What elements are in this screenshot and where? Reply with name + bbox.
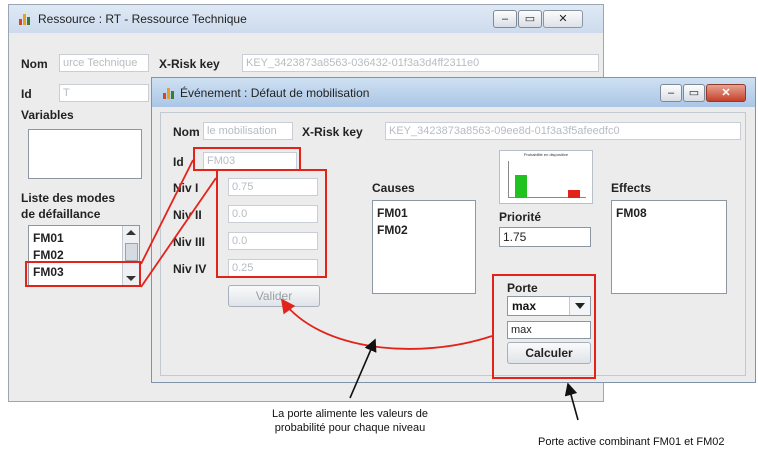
effects-label: Effects <box>611 181 652 195</box>
maximize-icon: ▭ <box>688 87 700 99</box>
variables-list[interactable] <box>28 129 142 179</box>
thumbnail-bar <box>515 175 527 198</box>
levels-highlight-box <box>216 169 327 278</box>
list-item[interactable]: FM02 <box>33 248 64 262</box>
causes-list[interactable]: FM01 FM02 <box>372 200 476 294</box>
event-dialog-title: Événement : Défaut de mobilisation <box>180 86 370 100</box>
app-chart-icon <box>19 14 31 25</box>
probability-thumbnail[interactable]: Probabilité en dispositive <box>499 150 593 204</box>
thumbnail-axis <box>508 161 509 197</box>
nom-label: Nom <box>21 57 48 71</box>
maximize-icon: ▭ <box>524 13 536 25</box>
left-annotation-line1: La porte alimente les valeurs de <box>272 408 428 420</box>
list-item[interactable]: FM08 <box>616 206 647 220</box>
scrollbar-thumb[interactable] <box>125 243 138 261</box>
id-label: Id <box>21 87 32 101</box>
list-item[interactable]: FM01 <box>33 231 64 245</box>
validate-button[interactable]: Valider <box>228 285 320 307</box>
dialog-minimize-button[interactable]: – <box>660 84 682 102</box>
event-id-label: Id <box>173 155 184 169</box>
minimize-button[interactable]: – <box>493 10 517 28</box>
xrisk-key-label: X-Risk key <box>159 57 220 71</box>
modes-label-line2: de défaillance <box>21 207 101 221</box>
right-annotation: Porte active combinant FM01 et FM02 <box>538 436 725 448</box>
event-xrisk-key-field[interactable]: KEY_3423873a8563-09ee8d-01f3a3f5afeedfc0 <box>385 122 741 140</box>
close-button[interactable]: ✕ <box>543 10 583 28</box>
resource-window-title: Ressource : RT - Ressource Technique <box>38 12 247 26</box>
event-nom-label: Nom <box>173 125 200 139</box>
modes-label-line1: Liste des modes <box>21 191 116 205</box>
niv-1-label: Niv I <box>173 181 199 195</box>
causes-label: Causes <box>372 181 415 195</box>
niv-2-label: Niv II <box>173 208 202 222</box>
list-item[interactable]: FM02 <box>377 223 408 237</box>
xrisk-key-field[interactable]: KEY_3423873a8563-036432-01f3a3d4ff2311e0 <box>242 54 599 72</box>
dialog-chart-icon <box>163 88 175 99</box>
nom-field[interactable]: urce Technique <box>59 54 149 72</box>
maximize-button[interactable]: ▭ <box>518 10 542 28</box>
dialog-maximize-button[interactable]: ▭ <box>683 84 705 102</box>
event-nom-field[interactable]: le mobilisation <box>203 122 293 140</box>
event-dialog-titlebar: Événement : Défaut de mobilisation – ▭ ✕ <box>152 78 755 107</box>
porte-highlight-box <box>492 274 596 379</box>
left-annotation-line2: probabilité pour chaque niveau <box>274 422 426 434</box>
minimize-icon: – <box>667 87 675 99</box>
variables-label: Variables <box>21 108 74 122</box>
effects-list[interactable]: FM08 <box>611 200 727 294</box>
niv-4-label: Niv IV <box>173 262 207 276</box>
niv-3-label: Niv III <box>173 235 206 249</box>
left-annotation: La porte alimente les valeurs de probabi… <box>250 407 450 435</box>
dialog-close-button[interactable]: ✕ <box>706 84 746 102</box>
scroll-up-icon[interactable] <box>126 230 136 235</box>
thumbnail-title: Probabilité en dispositive <box>523 152 569 157</box>
event-id-highlight-box <box>193 147 301 171</box>
resource-window-titlebar: Ressource : RT - Ressource Technique – ▭… <box>9 5 603 33</box>
close-icon: ✕ <box>558 13 568 25</box>
list-item[interactable]: FM01 <box>377 206 408 220</box>
event-xrisk-key-label: X-Risk key <box>302 125 363 139</box>
thumbnail-bar <box>568 190 580 198</box>
fm03-highlight-box <box>25 261 141 287</box>
close-icon: ✕ <box>721 87 731 99</box>
minimize-icon: – <box>501 13 509 25</box>
id-field[interactable]: T <box>59 84 149 102</box>
priority-label: Priorité <box>499 210 542 224</box>
priority-field[interactable]: 1.75 <box>499 227 591 247</box>
